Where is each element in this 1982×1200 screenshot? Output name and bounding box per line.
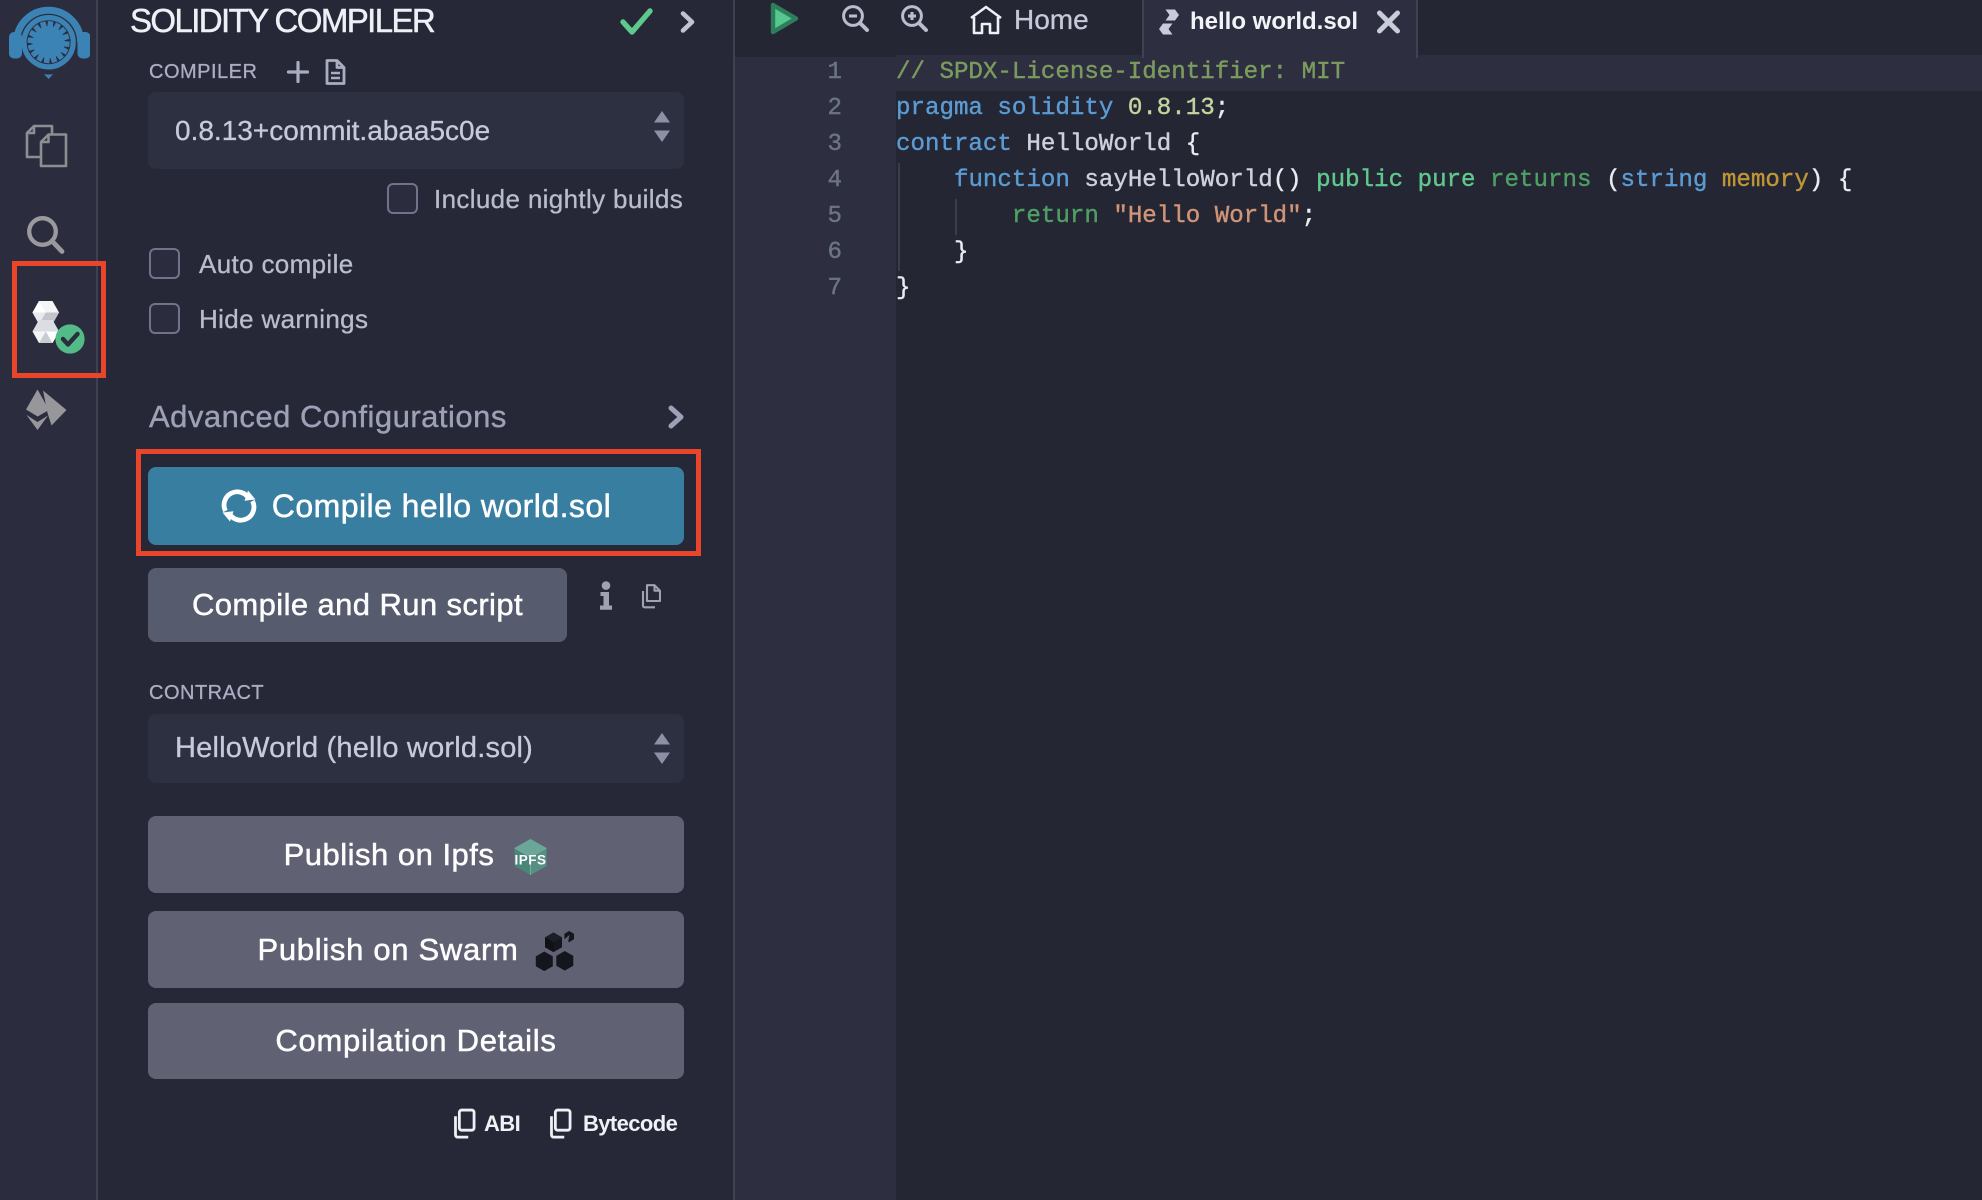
svg-text:IPFS: IPFS <box>515 853 547 868</box>
